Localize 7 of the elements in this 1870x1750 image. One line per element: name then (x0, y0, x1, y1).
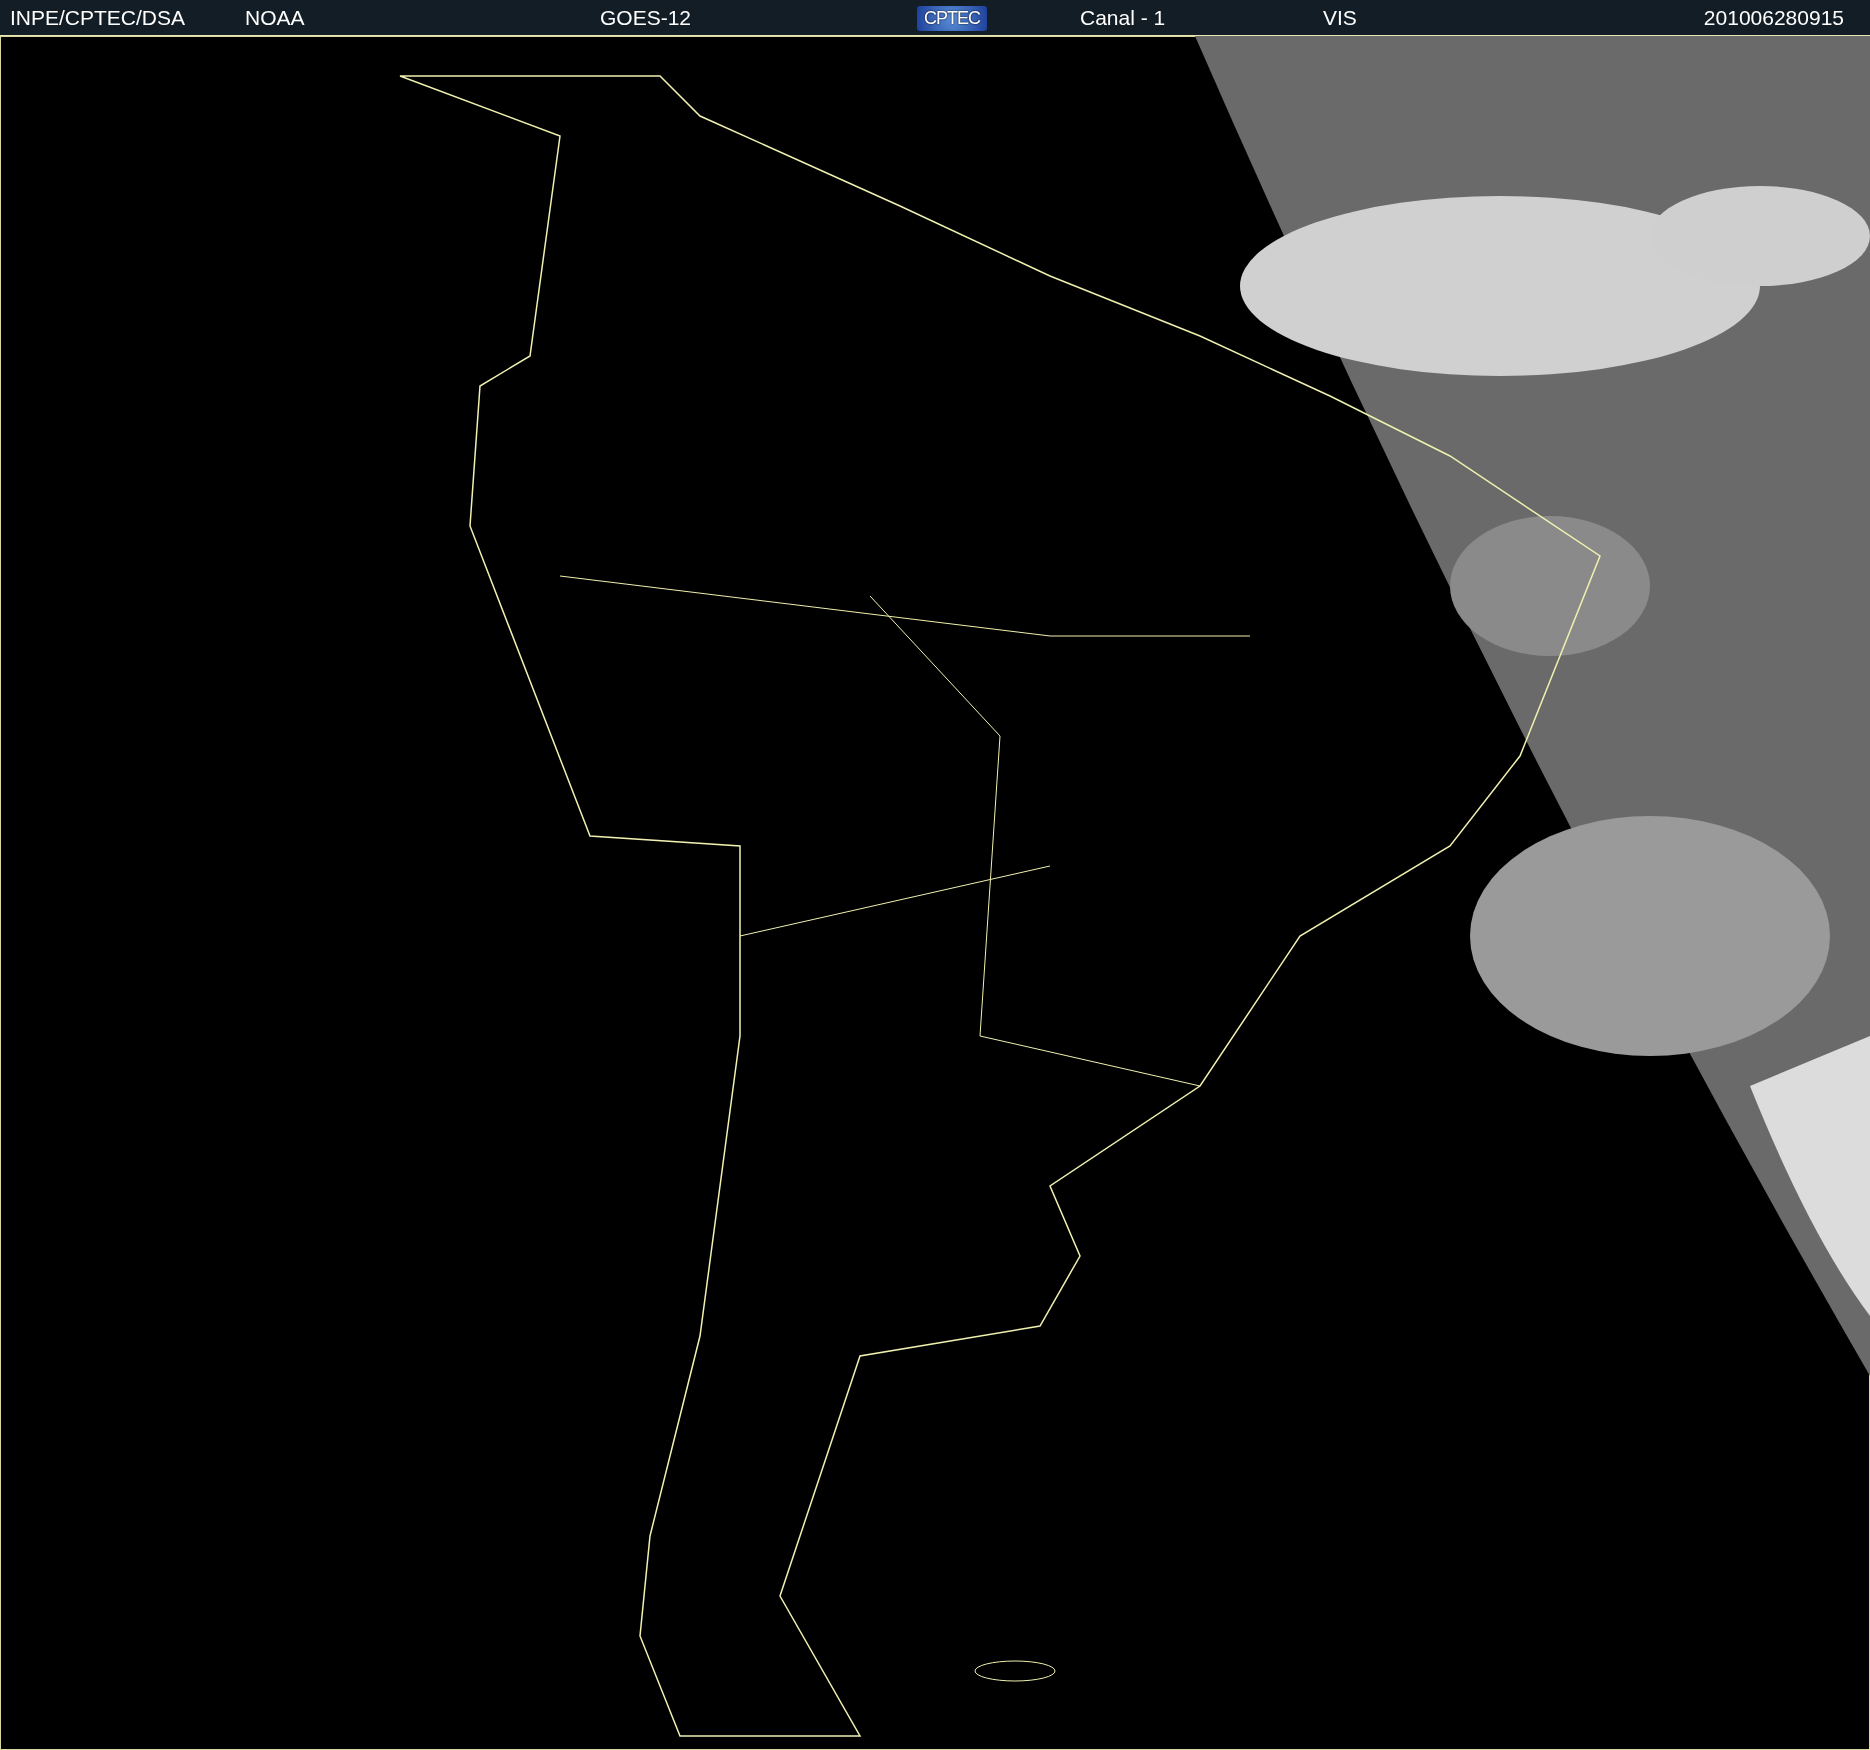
header-label: Canal - 1 (1080, 5, 1166, 29)
header-label: GOES-12 (600, 5, 692, 29)
header-label: NOAA (245, 5, 305, 29)
header-label: 201006280915 (1703, 5, 1844, 29)
header-label: INPE/CPTEC/DSA (10, 5, 186, 29)
header-label: VIS (1323, 5, 1357, 29)
logo: CPTEC (917, 5, 987, 31)
